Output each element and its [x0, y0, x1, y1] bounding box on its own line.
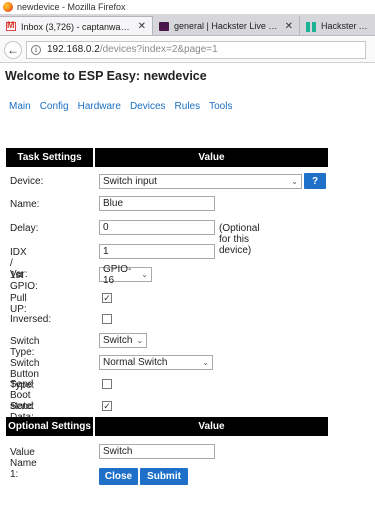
switch-type-label: Switch Type: — [10, 336, 40, 358]
switch-button-type-select[interactable]: Normal Switch ⌄ — [99, 355, 213, 370]
menu-link-main[interactable]: Main — [9, 101, 31, 112]
switch-button-type-select-value: Normal Switch — [103, 357, 168, 368]
pullup-label: Pull UP: — [10, 293, 27, 315]
tab-hackster[interactable]: Hackster Ambas — [300, 16, 375, 35]
menu-link-config[interactable]: Config — [40, 101, 69, 112]
device-select[interactable]: Switch input ⌄ — [99, 174, 302, 189]
idx-input[interactable]: 1 — [99, 244, 215, 259]
value-name-label: Value Name 1: — [10, 447, 37, 480]
menu-link-rules[interactable]: Rules — [175, 101, 201, 112]
chevron-down-icon: ⌄ — [291, 177, 298, 186]
menu-link-tools[interactable]: Tools — [209, 101, 232, 112]
hackster-icon — [306, 21, 316, 32]
chevron-down-icon: ⌄ — [202, 358, 209, 367]
back-button[interactable]: ← — [4, 40, 22, 59]
tab-gmail[interactable]: Inbox (3,726) - captanwaar... ✕ — [0, 16, 153, 35]
name-input[interactable]: Blue — [99, 196, 215, 211]
close-button[interactable]: Close — [99, 468, 138, 485]
switch-type-select[interactable]: Switch ⌄ — [99, 333, 147, 348]
device-label: Device: — [10, 176, 44, 187]
close-tab-icon[interactable]: ✕ — [138, 21, 146, 32]
slack-icon — [159, 21, 169, 31]
name-label: Name: — [10, 199, 40, 210]
back-arrow-icon: ← — [7, 42, 19, 57]
url-path: /devices?index=2&page=1 — [99, 44, 218, 55]
address-bar[interactable]: i 192.168.0.2/devices?index=2&page=1 — [26, 40, 366, 59]
optional-settings-header: Optional Settings — [6, 417, 93, 436]
info-icon[interactable]: i — [31, 44, 41, 55]
tab-label: Hackster Ambas — [321, 21, 373, 31]
delay-input[interactable]: 0 — [99, 220, 215, 235]
window-titlebar: newdevice - Mozilla Firefox — [0, 0, 375, 14]
tab-slack[interactable]: general | Hackster Live Slack ✕ — [153, 16, 300, 35]
tab-label: general | Hackster Live Slack — [174, 21, 281, 31]
pullup-checkbox[interactable]: ✓ — [102, 293, 112, 303]
menu-link-hardware[interactable]: Hardware — [78, 101, 121, 112]
gpio-select-value: GPIO-16 — [103, 263, 132, 286]
firefox-logo-icon — [3, 2, 13, 12]
menu-link-devices[interactable]: Devices — [130, 101, 166, 112]
window-title: newdevice - Mozilla Firefox — [17, 2, 126, 12]
chevron-down-icon: ⌄ — [141, 270, 148, 279]
task-settings-header: Task Settings — [6, 148, 93, 167]
switch-type-select-value: Switch — [103, 335, 133, 346]
tab-label: Inbox (3,726) - captanwaar... — [21, 21, 134, 32]
value-name-input[interactable]: Switch — [99, 444, 215, 459]
page-title: Welcome to ESP Easy: newdevice — [5, 69, 207, 83]
inversed-checkbox[interactable] — [102, 314, 112, 324]
navigation-bar: ← i 192.168.0.2/devices?index=2&page=1 — [0, 37, 375, 63]
optional-value-header: Value — [95, 417, 328, 436]
send-boot-state-checkbox[interactable] — [102, 379, 112, 389]
gmail-icon — [6, 20, 16, 31]
help-button[interactable]: ? — [304, 173, 326, 189]
main-menu: Main Config Hardware Devices Rules Tools — [9, 101, 241, 112]
url-host: 192.168.0.2 — [47, 44, 100, 55]
submit-button[interactable]: Submit — [140, 468, 188, 485]
chevron-down-icon: ⌄ — [136, 336, 144, 345]
delay-label: Delay: — [10, 223, 39, 234]
gpio-label: 1st GPIO: — [10, 270, 38, 292]
device-select-value: Switch input — [103, 176, 157, 187]
gpio-select[interactable]: GPIO-16 ⌄ — [99, 264, 152, 286]
close-tab-icon[interactable]: ✕ — [285, 21, 293, 32]
tab-strip: Inbox (3,726) - captanwaar... ✕ general … — [0, 14, 375, 36]
value-header: Value — [95, 148, 328, 167]
inversed-label: Inversed: — [10, 314, 52, 325]
send-data-checkbox[interactable]: ✓ — [102, 401, 112, 411]
delay-note: (Optional for this device) — [219, 223, 260, 256]
